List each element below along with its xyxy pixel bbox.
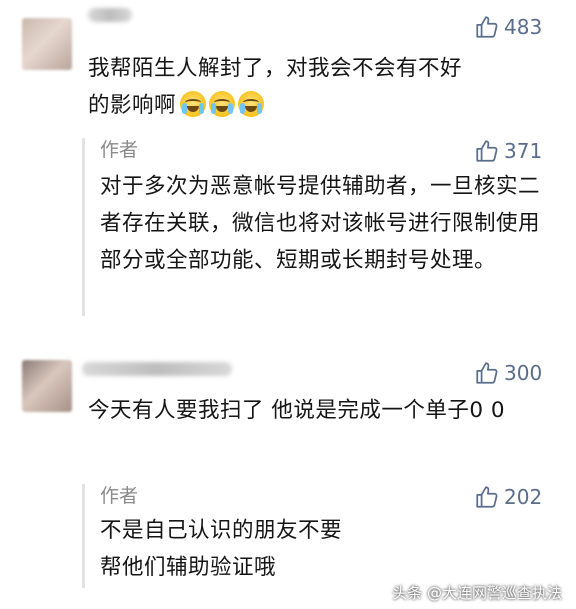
author-reply-bar [82, 484, 85, 588]
reply-text: 对于多次为恶意帐号提供辅助者，一旦核实二者存在关联，微信也将对该帐号进行限制使用… [100, 174, 541, 273]
commenter-name-blurred[interactable] [82, 362, 232, 376]
commenter-avatar[interactable] [22, 360, 72, 412]
comment-text: 今天有人要我扫了 他说是完成一个单子0 0 [88, 398, 506, 423]
watermark: 头条 @大连网警巡查执法 [392, 584, 562, 602]
like-button[interactable]: 300 [474, 360, 542, 386]
comment-text-line1: 我帮陌生人解封了，对我会不会有不好 [88, 56, 463, 81]
like-button[interactable]: 202 [474, 484, 542, 510]
like-count: 202 [504, 485, 543, 509]
reply-text: 不是自己认识的朋友不要帮他们辅助验证哦 [100, 518, 343, 580]
crying-face-icon [238, 91, 265, 117]
like-button[interactable]: 371 [474, 138, 542, 164]
author-label: 作者 [100, 485, 139, 507]
like-count: 371 [504, 139, 543, 163]
thumbs-up-icon [476, 16, 498, 38]
commenter-name-blurred[interactable] [88, 8, 132, 22]
author-label: 作者 [100, 139, 139, 161]
thumbs-up-icon [476, 486, 498, 508]
commenter-avatar[interactable] [22, 18, 72, 70]
comment-text: 我帮陌生人解封了，对我会不会有不好 的影响啊 [88, 50, 568, 124]
thumbs-up-icon [476, 140, 498, 162]
like-count: 483 [504, 15, 543, 39]
like-count: 300 [504, 361, 543, 385]
crying-face-icon [209, 91, 236, 117]
author-reply-bar [82, 138, 85, 316]
comment-text-line2: 的影响啊 [88, 93, 177, 118]
crying-face-icon [180, 91, 207, 117]
like-button[interactable]: 483 [474, 14, 542, 40]
thumbs-up-icon [476, 362, 498, 384]
